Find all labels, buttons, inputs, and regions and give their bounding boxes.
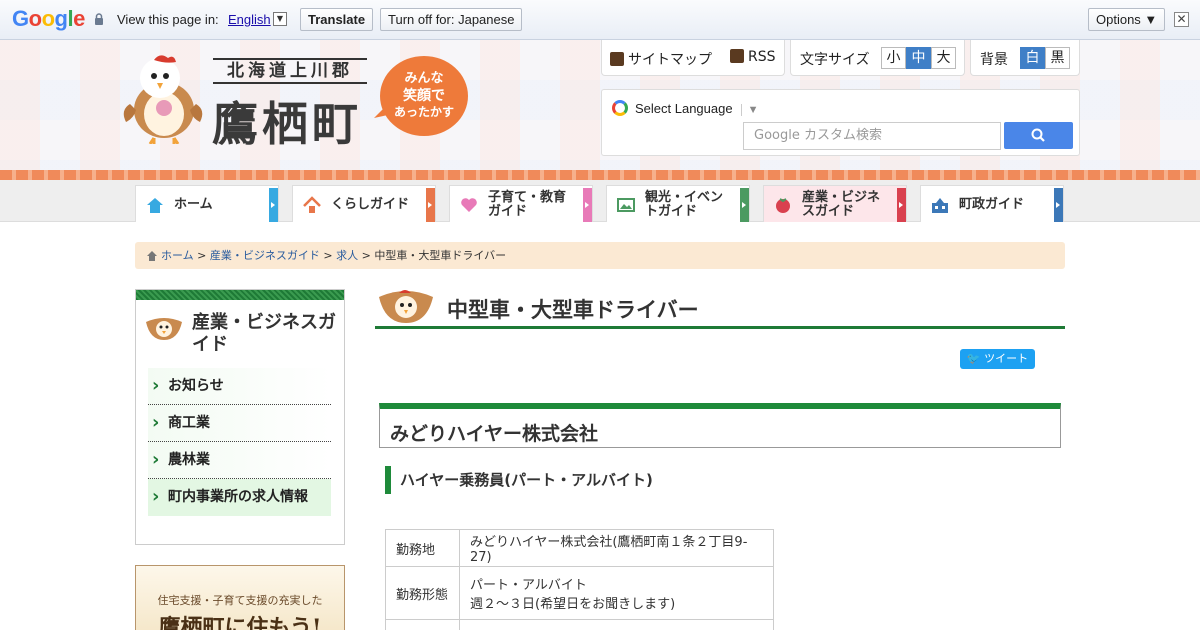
sidebar-item-news[interactable]: お知らせ xyxy=(148,367,331,405)
house-icon xyxy=(303,196,321,213)
chevron-down-icon: ▼ xyxy=(740,104,759,116)
building-icon xyxy=(932,198,948,213)
translate-button[interactable]: Translate xyxy=(300,8,374,31)
nav-tourism[interactable]: 観光・イベン トガイド xyxy=(606,185,750,222)
table-value: パート・アルバイト 週２～３日(希望日をお聞きします) xyxy=(459,566,774,620)
nav-government[interactable]: 町政ガイド xyxy=(920,185,1064,222)
translate-bar: Google View this page in: English ▼ Tran… xyxy=(0,0,1200,40)
sidebar-item-commerce[interactable]: 商工業 xyxy=(148,404,331,442)
background-box: 背景 白 黒 xyxy=(970,40,1080,76)
breadcrumb-jobs[interactable]: 求人 xyxy=(336,249,358,262)
prefecture-label: 北海道上川郡 xyxy=(213,58,367,84)
search-box: Select Language ▼ Google カスタム検索 xyxy=(601,89,1080,156)
table-value: みどりハイヤー株式会社(鷹栖町南１条２丁目9-27) xyxy=(459,529,774,567)
lock-icon xyxy=(95,13,103,25)
font-size-small[interactable]: 小 xyxy=(881,47,906,69)
nav-government-tab xyxy=(1054,188,1063,222)
language-link[interactable]: English xyxy=(228,12,271,27)
tomato-icon xyxy=(776,198,790,213)
sidebar: 産業・ビジネスガイド お知らせ 商工業 農林業 町内事業所の求人情報 xyxy=(135,289,345,545)
nav-living[interactable]: くらしガイド xyxy=(292,185,436,222)
rss-link[interactable]: RSS xyxy=(730,49,776,65)
breadcrumb: ホーム > 産業・ビジネスガイド > 求人 > 中型車・大型車ドライバー xyxy=(135,242,1065,269)
breadcrumb-home[interactable]: ホーム xyxy=(161,249,194,262)
breadcrumb-current: 中型車・大型車ドライバー xyxy=(374,249,507,262)
heart-icon xyxy=(461,198,477,212)
nav-industry-tab xyxy=(897,188,906,222)
search-button[interactable] xyxy=(1004,122,1073,149)
nav-home-tab xyxy=(269,188,278,222)
town-name[interactable]: 鷹栖町 xyxy=(212,88,362,154)
nav-education[interactable]: 子育て・教育 ガイド xyxy=(449,185,593,222)
font-size-box: 文字サイズ 小 中 大 xyxy=(790,40,965,76)
sidebar-item-jobs[interactable]: 町内事業所の求人情報 xyxy=(148,478,331,516)
view-page-label: View this page in: xyxy=(117,12,219,27)
table-key: 勤務地 xyxy=(385,529,460,567)
table-row xyxy=(385,619,774,630)
nav-industry[interactable]: 産業・ビジネ スガイド xyxy=(763,185,907,222)
page-title-bar: 中型車・大型車ドライバー xyxy=(375,289,1065,329)
background-white[interactable]: 白 xyxy=(1020,47,1045,69)
living-banner[interactable]: 住宅支援・子育て支援の充実した 鷹栖町に住もう! xyxy=(135,565,345,630)
company-heading-box: みどりハイヤー株式会社 xyxy=(379,403,1061,448)
nav-tourism-tab xyxy=(740,188,749,222)
home-icon xyxy=(147,251,157,261)
owl-icon xyxy=(146,318,182,340)
language-dropdown-icon[interactable]: ▼ xyxy=(273,12,287,26)
nav-home[interactable]: ホーム xyxy=(135,185,279,222)
header-stripe xyxy=(0,170,1200,180)
close-icon[interactable]: ✕ xyxy=(1174,12,1189,27)
sitemap-icon xyxy=(610,52,624,66)
font-size-medium[interactable]: 中 xyxy=(906,47,931,69)
turn-off-button[interactable]: Turn off for: Japanese xyxy=(380,8,523,31)
job-title: ハイヤー乗務員(パート・アルバイト) xyxy=(385,466,653,494)
bubble-line-1: みんな xyxy=(404,71,443,86)
page-title: 中型車・大型車ドライバー xyxy=(447,298,699,322)
mascot-logo-icon[interactable] xyxy=(120,52,208,144)
tweet-button[interactable]: 🐦 ツイート xyxy=(960,349,1035,369)
job-info-table: 勤務地 みどりハイヤー株式会社(鷹栖町南１条２丁目9-27) 勤務形態 パート・… xyxy=(385,529,774,630)
background-label: 背景 xyxy=(980,52,1008,68)
home-icon xyxy=(147,198,163,213)
twitter-icon: 🐦 xyxy=(966,352,981,365)
speech-bubble-logo: みんな 笑顔で あったかす xyxy=(374,56,468,136)
search-input[interactable]: Google カスタム検索 xyxy=(743,122,1001,150)
company-name: みどりハイヤー株式会社 xyxy=(390,423,599,445)
table-row: 勤務地 みどりハイヤー株式会社(鷹栖町南１条２丁目9-27) xyxy=(385,529,774,567)
sidebar-item-agriculture[interactable]: 農林業 xyxy=(148,441,331,479)
font-size-large[interactable]: 大 xyxy=(931,47,956,69)
breadcrumb-industry[interactable]: 産業・ビジネスガイド xyxy=(210,249,320,262)
nav-living-tab xyxy=(426,188,435,222)
bubble-line-2: 笑顔で xyxy=(403,87,445,104)
google-g-icon xyxy=(612,100,628,116)
nav-education-tab xyxy=(583,188,592,222)
rss-icon xyxy=(730,49,744,63)
select-language-dropdown[interactable]: Select Language ▼ xyxy=(612,98,762,120)
font-size-label: 文字サイズ xyxy=(800,52,870,68)
owl-icon xyxy=(379,290,433,323)
table-row: 勤務形態 パート・アルバイト 週２～３日(希望日をお聞きします) xyxy=(385,566,774,620)
picture-icon xyxy=(617,198,635,212)
sidebar-title: 産業・ビジネスガイド xyxy=(192,312,336,355)
sitemap-rss-box: サイトマップ RSS xyxy=(601,40,785,76)
options-button[interactable]: Options ▼ xyxy=(1088,8,1166,31)
google-logo: Google xyxy=(12,6,85,31)
search-icon xyxy=(1031,128,1045,142)
background-black[interactable]: 黒 xyxy=(1045,47,1070,69)
table-key: 勤務形態 xyxy=(385,566,460,620)
sitemap-link[interactable]: サイトマップ xyxy=(610,49,712,69)
bubble-line-3: あったかす xyxy=(394,105,454,119)
